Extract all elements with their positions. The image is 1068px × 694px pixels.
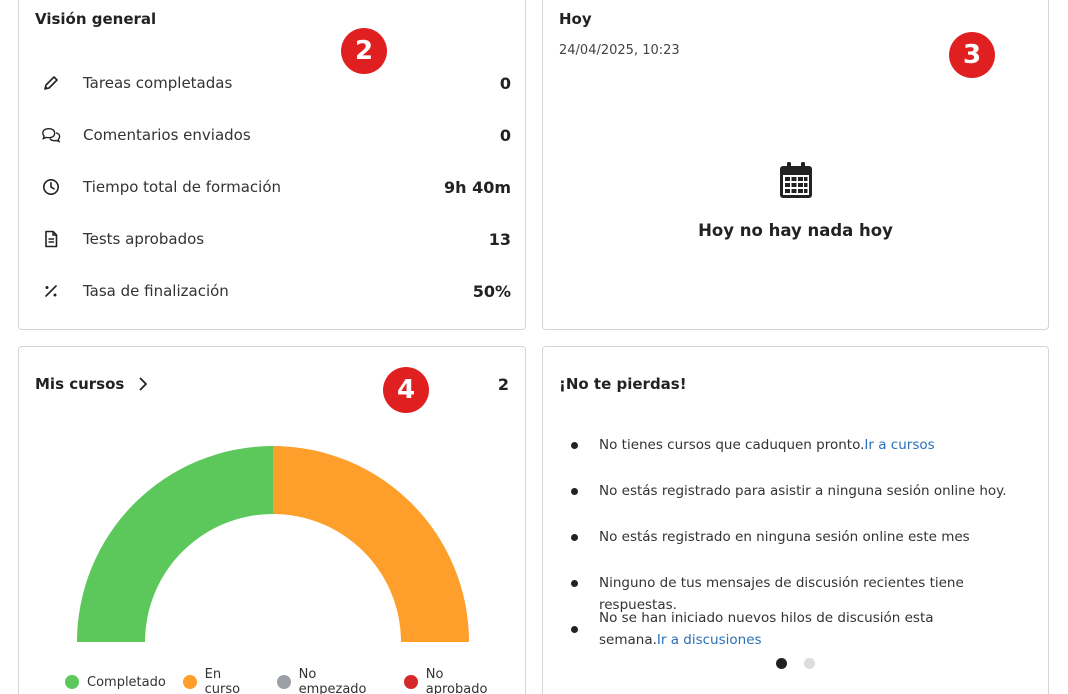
list-item: No se han iniciado nuevos hilos de discu… bbox=[571, 607, 991, 651]
calendar-icon bbox=[779, 161, 813, 203]
my-courses-link[interactable]: Mis cursos bbox=[35, 375, 148, 393]
stat-row-time: Tiempo total de formación 9h 40m bbox=[41, 175, 511, 199]
legend-swatch bbox=[65, 675, 79, 689]
legend-item-in-progress[interactable]: En curso bbox=[182, 667, 260, 694]
legend-label: Completado bbox=[87, 674, 166, 690]
today-card: Hoy 24/04/2025, 10:23 3 Hoy no hay nada … bbox=[542, 0, 1049, 330]
carousel-dot-1[interactable] bbox=[776, 658, 787, 669]
bullet-icon bbox=[571, 534, 578, 541]
my-courses-count: 2 bbox=[497, 375, 509, 394]
today-empty-message: Hoy no hay nada hoy bbox=[698, 221, 893, 240]
list-item: No tienes cursos que caduquen pronto.Ir … bbox=[571, 434, 1031, 456]
clock-icon bbox=[41, 177, 61, 197]
chevron-right-icon bbox=[138, 377, 148, 391]
dont-miss-card: ¡No te pierdas! No tienes cursos que cad… bbox=[542, 346, 1049, 694]
courses-gauge-chart bbox=[77, 446, 469, 642]
today-datetime: 24/04/2025, 10:23 bbox=[559, 43, 680, 58]
list-item-text: No estás registrado en ninguna sesión on… bbox=[599, 529, 970, 545]
my-courses-card: Mis cursos 4 2 Completado En curso No em… bbox=[18, 346, 526, 694]
stat-label: Tasa de finalización bbox=[83, 282, 229, 300]
overview-card: Visión general 2 Tareas completadas 0 Co… bbox=[18, 0, 526, 330]
stat-value: 50% bbox=[472, 281, 511, 301]
comments-icon bbox=[41, 125, 61, 145]
stat-row-tasks: Tareas completadas 0 bbox=[41, 71, 511, 95]
legend-swatch bbox=[403, 675, 418, 689]
overview-title: Visión general bbox=[35, 10, 157, 28]
pencil-icon bbox=[41, 73, 61, 93]
go-to-discussions-link[interactable]: Ir a discusiones bbox=[657, 632, 762, 648]
stat-value: 0 bbox=[499, 125, 511, 145]
stat-row-tests: Tests aprobados 13 bbox=[41, 227, 511, 251]
list-item-text: No estás registrado para asistir a ningu… bbox=[599, 483, 1007, 499]
today-title: Hoy bbox=[559, 10, 592, 28]
legend-label: No empezado bbox=[298, 667, 367, 694]
bullet-icon bbox=[571, 488, 578, 495]
carousel-dot-2[interactable] bbox=[804, 658, 815, 669]
annotation-badge-2: 2 bbox=[341, 28, 387, 74]
legend-item-completed[interactable]: Completado bbox=[65, 675, 166, 690]
annotation-badge-4: 4 bbox=[383, 367, 429, 413]
stat-label: Tiempo total de formación bbox=[83, 178, 282, 196]
stat-value: 0 bbox=[499, 73, 511, 93]
my-courses-title: Mis cursos bbox=[35, 375, 125, 393]
list-item-text: No se han iniciado nuevos hilos de discu… bbox=[599, 610, 934, 648]
list-item-text: No tienes cursos que caduquen pronto. bbox=[599, 437, 865, 453]
bullet-icon bbox=[571, 442, 578, 449]
stat-label: Tareas completadas bbox=[83, 74, 233, 92]
stat-row-comments: Comentarios enviados 0 bbox=[41, 123, 511, 147]
document-icon bbox=[41, 229, 61, 249]
dont-miss-title: ¡No te pierdas! bbox=[559, 375, 687, 393]
percent-icon bbox=[41, 281, 61, 301]
bullet-icon bbox=[571, 580, 578, 587]
list-item: No estás registrado para asistir a ningu… bbox=[571, 480, 1031, 502]
legend-label: No aprobado bbox=[425, 667, 488, 694]
slice-in-progress[interactable] bbox=[273, 446, 469, 642]
bullet-icon bbox=[571, 626, 578, 633]
legend-swatch bbox=[182, 675, 197, 689]
stat-label: Tests aprobados bbox=[83, 230, 205, 248]
stat-value: 13 bbox=[488, 229, 511, 249]
stat-label: Comentarios enviados bbox=[83, 126, 251, 144]
legend-swatch bbox=[276, 675, 291, 689]
legend-item-failed[interactable]: No aprobado bbox=[403, 667, 508, 694]
list-item: No estás registrado en ninguna sesión on… bbox=[571, 526, 1031, 548]
carousel-pagination bbox=[776, 658, 832, 669]
annotation-badge-3: 3 bbox=[949, 32, 995, 78]
stat-value: 9h 40m bbox=[443, 177, 511, 197]
legend-item-not-started[interactable]: No empezado bbox=[276, 667, 387, 694]
legend-label: En curso bbox=[204, 667, 241, 694]
stat-row-completion: Tasa de finalización 50% bbox=[41, 279, 511, 303]
slice-completed[interactable] bbox=[77, 446, 273, 642]
go-to-courses-link[interactable]: Ir a cursos bbox=[864, 437, 934, 453]
chart-legend: Completado En curso No empezado No aprob… bbox=[65, 667, 525, 694]
